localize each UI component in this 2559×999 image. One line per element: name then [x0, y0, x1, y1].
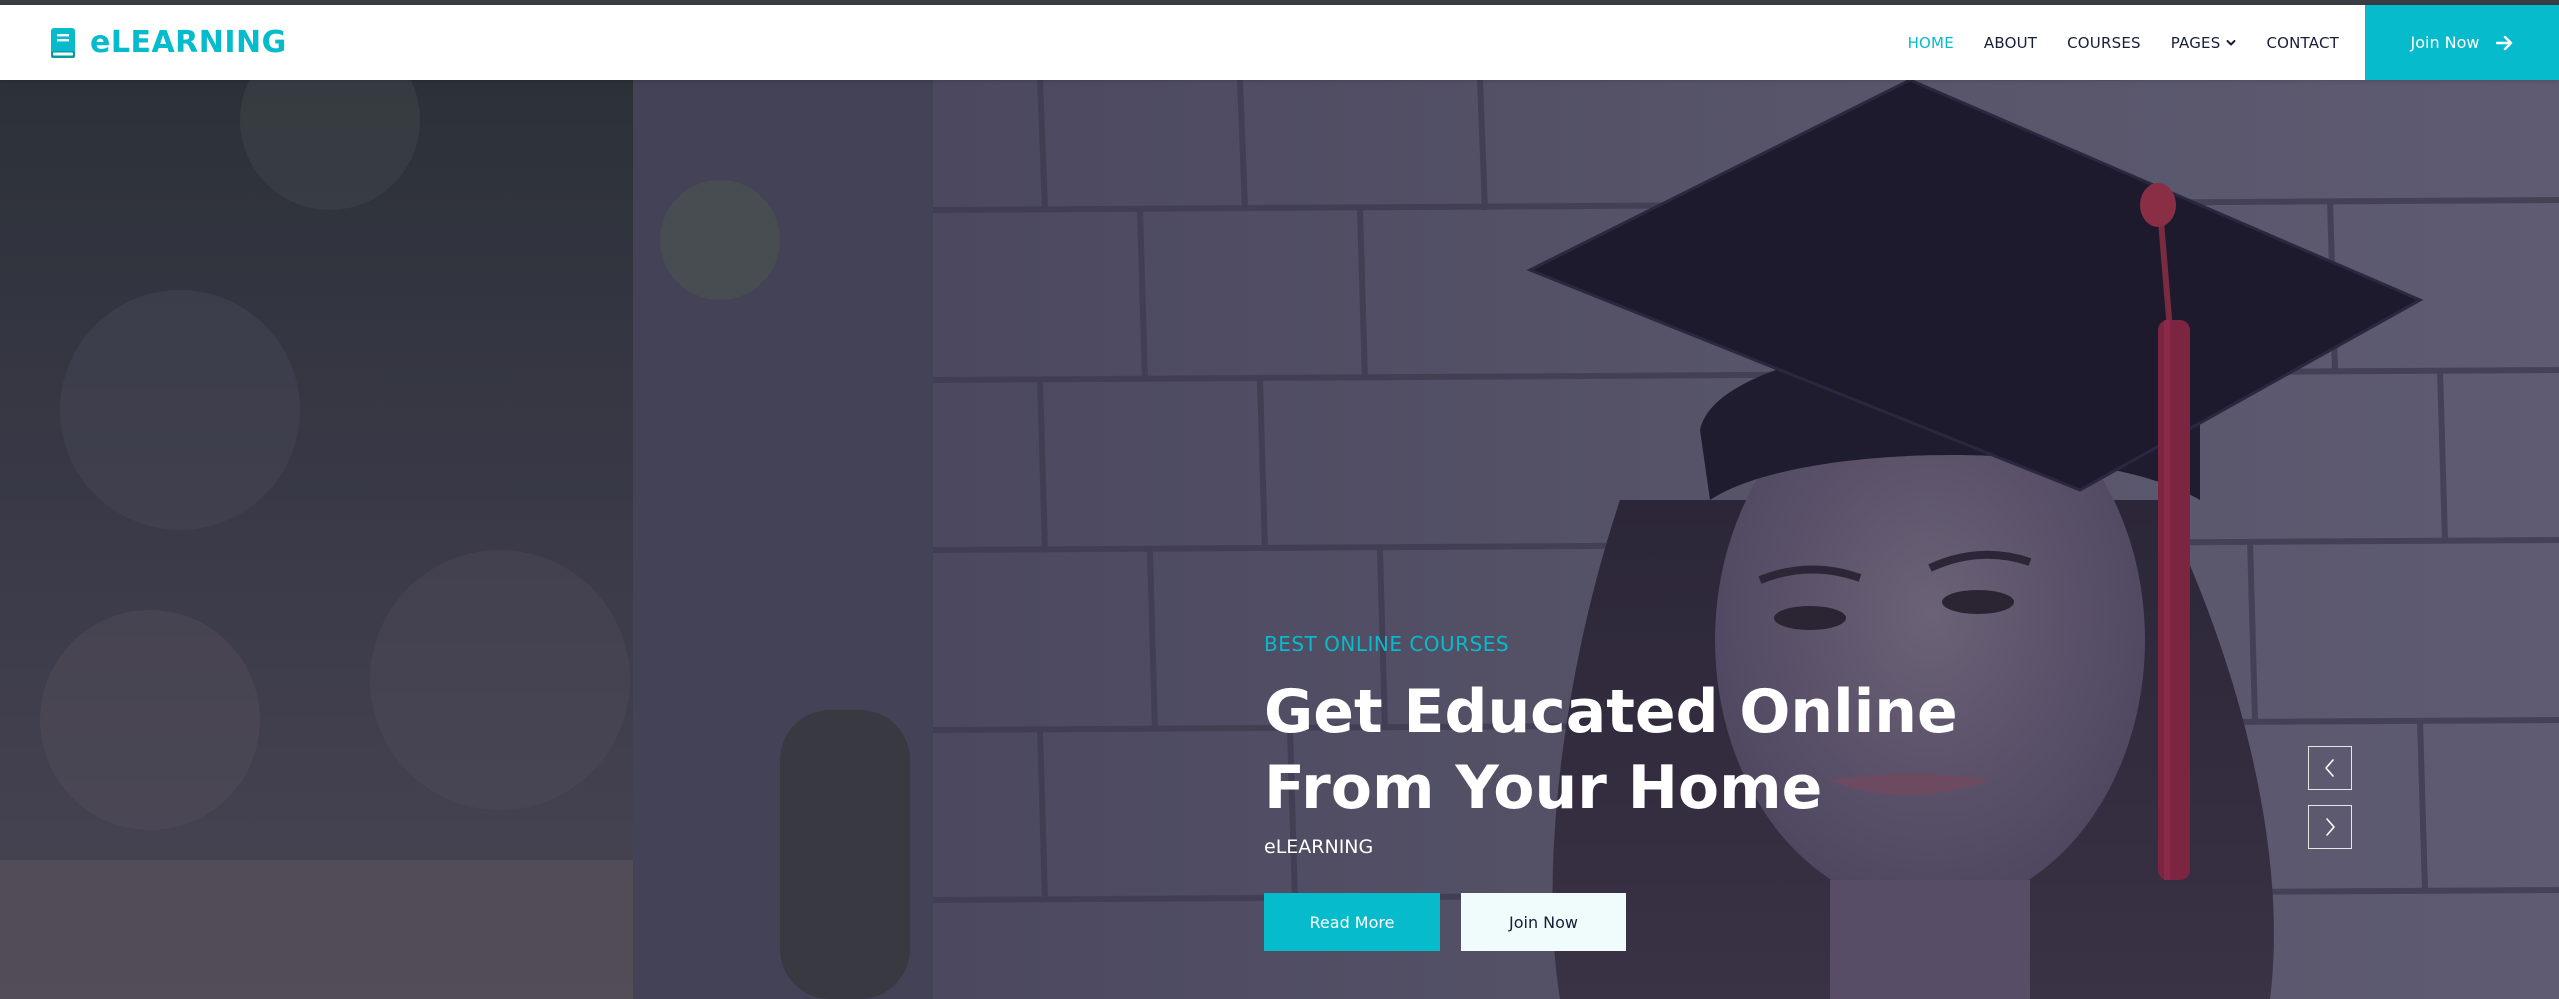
- join-now-hero-button[interactable]: Join Now: [1461, 893, 1626, 951]
- chevron-down-icon: [2226, 39, 2236, 45]
- chevron-left-icon: [2325, 759, 2334, 777]
- arrow-right-icon: [2495, 35, 2512, 50]
- join-now-nav-button[interactable]: Join Now: [2365, 5, 2559, 80]
- nav-about-label: ABOUT: [1983, 33, 2038, 52]
- nav-pages-label: PAGES: [2170, 33, 2221, 52]
- join-now-nav-label: Join Now: [2410, 33, 2480, 52]
- navbar: eLEARNING HOME ABOUT COURSES PAGES CONTA…: [0, 5, 2559, 80]
- hero-buttons: Read More Join Now: [1264, 893, 2164, 951]
- carousel-next-button[interactable]: [2308, 805, 2352, 849]
- nav-courses[interactable]: COURSES: [2067, 34, 2141, 52]
- chevron-right-icon: [2326, 818, 2335, 836]
- hero-title: Get Educated Online From Your Home: [1264, 677, 1958, 823]
- book-icon: [51, 27, 75, 58]
- join-now-hero-label: Join Now: [1508, 912, 1579, 932]
- hero-tagline: eLEARNING: [1264, 836, 1374, 858]
- nav-courses-label: COURSES: [2067, 33, 2141, 52]
- main-nav: HOME ABOUT COURSES PAGES CONTACT: [1878, 5, 2339, 80]
- read-more-button[interactable]: Read More: [1264, 893, 1440, 951]
- nav-pages-dropdown[interactable]: PAGES: [2171, 34, 2237, 52]
- nav-contact[interactable]: CONTACT: [2266, 34, 2339, 52]
- nav-about[interactable]: ABOUT: [1984, 34, 2037, 52]
- brand-logo-link[interactable]: eLEARNING: [50, 5, 287, 80]
- hero-subtitle: BEST ONLINE COURSES: [1264, 632, 1510, 656]
- nav-home[interactable]: HOME: [1908, 34, 1954, 52]
- nav-contact-label: CONTACT: [2266, 33, 2339, 52]
- hero-content: BEST ONLINE COURSES Get Educated Online …: [1264, 632, 2164, 951]
- brand-name: eLEARNING: [90, 25, 287, 60]
- browser-viewport: eLEARNING HOME ABOUT COURSES PAGES CONTA…: [0, 0, 2559, 999]
- hero-carousel: BEST ONLINE COURSES Get Educated Online …: [0, 80, 2559, 999]
- nav-home-label: HOME: [1907, 33, 1954, 52]
- read-more-label: Read More: [1309, 912, 1395, 932]
- carousel-prev-button[interactable]: [2308, 746, 2352, 790]
